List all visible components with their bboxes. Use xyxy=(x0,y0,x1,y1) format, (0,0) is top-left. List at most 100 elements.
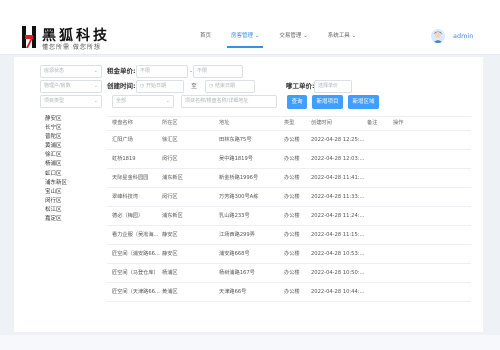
column-header: 操作 xyxy=(393,120,404,126)
cell-name: 匠空间（浦安路66... xyxy=(112,251,160,257)
cell-address: 浦安路668号 xyxy=(219,251,250,257)
rent-min-input[interactable]: 不限 xyxy=(136,65,188,78)
cell-type: 办公楼 xyxy=(284,175,300,181)
cell-type: 办公楼 xyxy=(284,156,300,162)
cell-type: 办公楼 xyxy=(284,251,300,257)
nav-property-management[interactable]: 房客管理 ⌄ xyxy=(221,30,269,50)
avatar[interactable] xyxy=(431,29,445,43)
created-label: 创建时间: xyxy=(107,82,136,90)
district-list: 静安区 长宁区 普陀区 黄浦区 徐汇区 杨浦区 虹口区 浦东新区 宝山区 闵行区… xyxy=(45,115,105,224)
cell-name: 汇阳广场 xyxy=(112,137,133,143)
nav-system-tools[interactable]: 系统工具 ⌄ xyxy=(318,30,366,50)
rent-max-input[interactable]: 不限 xyxy=(193,65,243,78)
cell-created: 2022-04-28 12:25:... xyxy=(311,137,365,143)
cell-address: 江场西路299弄 xyxy=(219,232,255,238)
district-item[interactable]: 闵行区 xyxy=(45,197,105,206)
column-header: 类型 xyxy=(284,120,295,126)
cell-type: 办公楼 xyxy=(284,232,300,238)
station-price-label: 嗲工单价: xyxy=(286,82,315,90)
region-select[interactable]: 全部 ⌄ xyxy=(112,95,174,108)
district-item[interactable]: 普陀区 xyxy=(45,133,105,142)
property-table: 楼盘名称 所在区 地址 类型 创建时间 备注 操作 汇阳广场 徐汇区 田林东路7… xyxy=(107,116,471,302)
room-select[interactable]: 物理户/房数 ⌄ xyxy=(40,80,102,93)
cell-address: 吴中路1819号 xyxy=(219,156,253,162)
cell-name: 虹桥1819 xyxy=(112,156,136,162)
cell-district: 闵行区 xyxy=(162,156,178,162)
chevron-down-icon: ⌄ xyxy=(93,98,98,104)
cell-created: 2022-04-28 11:33:... xyxy=(311,194,365,200)
query-button[interactable]: 查询 xyxy=(287,95,307,109)
cell-created: 2022-04-28 11:15:... xyxy=(311,232,365,238)
top-header: 黑狐科技 懂您所需 做您所想 首页 房客管理 ⌄ 交易管理 ⌄ 系统工具 ⌄ a… xyxy=(0,0,500,55)
cell-district: 静安区 xyxy=(162,251,178,257)
table-row: 匠空间（马登仓库） 杨浦区 杨树浦路167号 办公楼 2022-04-28 10… xyxy=(107,264,471,283)
district-item[interactable]: 松江区 xyxy=(45,206,105,215)
add-region-button[interactable]: 新增区域 xyxy=(348,95,379,109)
cell-address: 田林东路75号 xyxy=(219,137,252,143)
district-item[interactable]: 长宁区 xyxy=(45,124,105,133)
cell-created: 2022-04-28 10:44:... xyxy=(311,289,365,295)
cell-address: 天津路66号 xyxy=(219,289,247,295)
district-item[interactable]: 静安区 xyxy=(45,115,105,124)
cell-address: 万芳路300号A栋 xyxy=(219,194,259,200)
cell-district: 徐汇区 xyxy=(162,137,178,143)
cell-created: 2022-04-28 10:50:... xyxy=(311,270,365,276)
page-footer-strip xyxy=(0,335,500,350)
cell-created: 2022-04-28 10:53:... xyxy=(311,251,365,257)
column-header: 楼盘名称 xyxy=(112,120,133,126)
station-price-input[interactable]: 选择单价 xyxy=(314,80,352,93)
cell-address: 新金桥路1996号 xyxy=(219,175,259,181)
cell-district: 浦东新区 xyxy=(162,175,183,181)
district-item[interactable]: 虹口区 xyxy=(45,170,105,179)
main-nav: 首页 房客管理 ⌄ 交易管理 ⌄ 系统工具 ⌄ xyxy=(190,30,366,48)
cell-created: 2022-04-28 12:03:... xyxy=(311,156,365,162)
district-item[interactable]: 浦东新区 xyxy=(45,179,105,188)
logo-mark-icon xyxy=(22,26,36,48)
district-item[interactable]: 徐汇区 xyxy=(45,151,105,160)
table-row: 匠空间（天津路66... 黄浦区 天津路66号 办公楼 2022-04-28 1… xyxy=(107,283,471,302)
user-name[interactable]: admin xyxy=(453,32,473,40)
cell-type: 办公楼 xyxy=(284,194,300,200)
district-item[interactable]: 杨浦区 xyxy=(45,160,105,169)
table-header: 楼盘名称 所在区 地址 类型 创建时间 备注 操作 xyxy=(107,117,471,131)
column-header: 创建时间 xyxy=(311,120,332,126)
calendar-icon: ◷ xyxy=(209,83,214,89)
table-row: 天际星金科园园 浦东新区 新金桥路1996号 办公楼 2022-04-28 11… xyxy=(107,169,471,188)
chevron-down-icon: ⌄ xyxy=(165,98,170,104)
column-header: 所在区 xyxy=(162,120,178,126)
nav-home[interactable]: 首页 xyxy=(190,30,221,50)
project-type-select[interactable]: 项目类型 ⌄ xyxy=(40,95,102,108)
cell-name: 德必（梅园） xyxy=(112,213,144,219)
cell-type: 办公楼 xyxy=(284,270,300,276)
cell-name: 匠空间（马登仓库） xyxy=(112,270,159,276)
chevron-down-icon: ⌄ xyxy=(254,33,260,39)
table-row: 看力企服（吴淞海... 静安区 江场西路299弄 办公楼 2022-04-28 … xyxy=(107,226,471,245)
cell-created: 2022-04-28 11:41:... xyxy=(311,175,365,181)
table-row: 虹桥1819 闵行区 吴中路1819号 办公楼 2022-04-28 12:03… xyxy=(107,150,471,169)
chevron-down-icon: ⌄ xyxy=(351,33,357,39)
cell-name: 匠空间（天津路66... xyxy=(112,289,160,295)
cell-district: 黄浦区 xyxy=(162,289,178,295)
cell-district: 浦东新区 xyxy=(162,213,183,219)
chevron-down-icon: ⌄ xyxy=(93,83,98,89)
district-item[interactable]: 嘉定区 xyxy=(45,215,105,224)
table-row: 汇阳广场 徐汇区 田林东路75号 办公楼 2022-04-28 12:25:..… xyxy=(107,131,471,150)
table-row: 翠峰科技湾 闵行区 万芳路300号A栋 办公楼 2022-04-28 11:33… xyxy=(107,188,471,207)
calendar-icon: ◷ xyxy=(140,83,145,89)
column-header: 地址 xyxy=(219,120,230,126)
cell-district: 闵行区 xyxy=(162,194,178,200)
rent-label: 租金单价: xyxy=(107,67,136,75)
start-date-input[interactable]: ◷ 开始日期 xyxy=(136,80,184,93)
nav-trade-management[interactable]: 交易管理 ⌄ xyxy=(269,30,317,50)
cell-type: 办公楼 xyxy=(284,137,300,143)
district-item[interactable]: 宝山区 xyxy=(45,188,105,197)
add-project-button[interactable]: 新增项目 xyxy=(312,95,343,109)
cell-name: 看力企服（吴淞海... xyxy=(112,232,159,238)
status-select[interactable]: 房源状态 ⌄ xyxy=(40,65,102,78)
district-item[interactable]: 黄浦区 xyxy=(45,142,105,151)
end-date-input[interactable]: ◷ 结束日期 xyxy=(205,80,255,93)
column-header: 备注 xyxy=(367,120,378,126)
cell-created: 2022-04-28 11:24:... xyxy=(311,213,365,219)
cell-address: 杨树浦路167号 xyxy=(219,270,255,276)
keyword-input[interactable]: 项目名称/楼盘名称/详细地址 xyxy=(181,95,277,108)
